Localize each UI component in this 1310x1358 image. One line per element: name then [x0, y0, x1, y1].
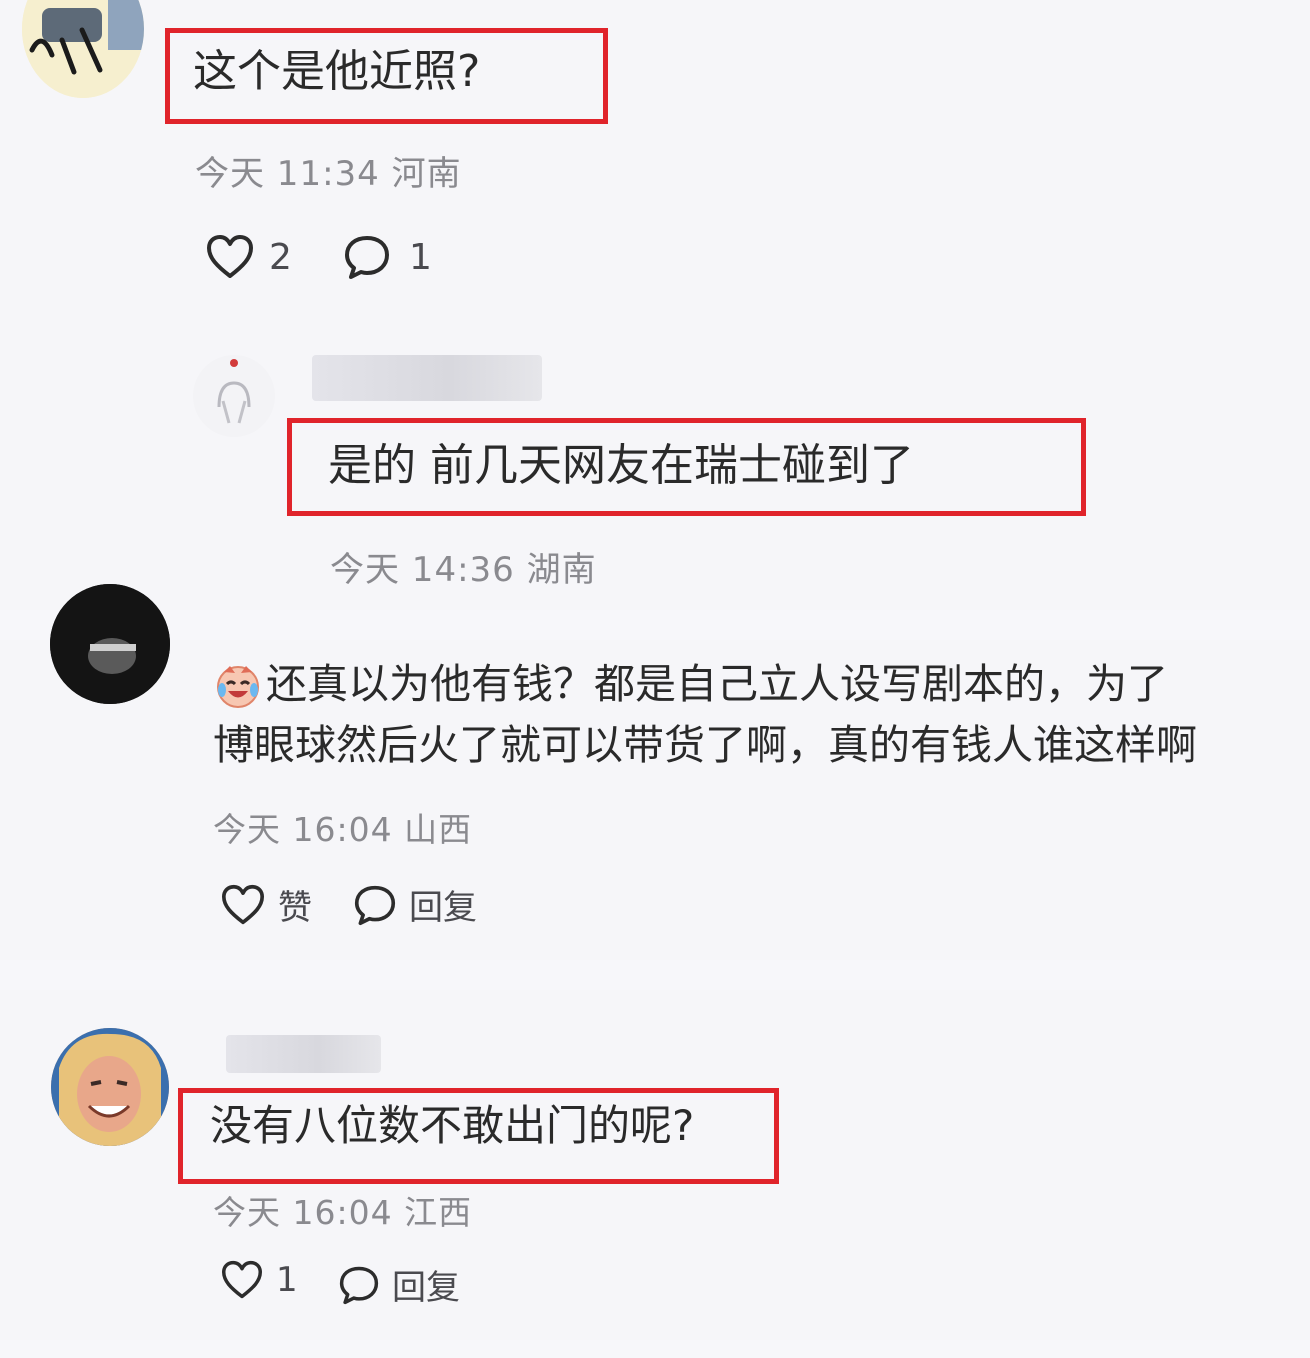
reply-button[interactable]: 回复 — [338, 1260, 460, 1309]
reply-button[interactable]: 1 — [343, 234, 432, 280]
username-blurred — [226, 1035, 381, 1073]
reply-count: 1 — [409, 236, 432, 278]
like-button[interactable]: 赞 — [220, 880, 312, 929]
comment-3: 没有八位数不敢出门的呢? 今天 16:04 江西 1 回复 — [0, 990, 1310, 1340]
heart-icon — [207, 235, 253, 278]
comment-bubble-icon — [354, 885, 396, 925]
reply-meta: 今天 14:36 湖南 — [330, 550, 597, 590]
highlight-box — [178, 1088, 779, 1184]
reply-button[interactable]: 回复 — [353, 880, 477, 929]
comment-bubble-icon — [339, 1266, 379, 1304]
reply-label: 回复 — [392, 1268, 460, 1308]
like-count: 1 — [276, 1260, 298, 1300]
crying-laughing-emoji — [213, 660, 263, 710]
like-button[interactable]: 1 — [220, 1260, 298, 1300]
reply-label: 回复 — [409, 888, 477, 928]
comment-meta: 今天 16:04 江西 — [213, 1193, 473, 1232]
comment-meta: 今天 16:04 山西 — [213, 810, 473, 849]
comment-bubble-icon — [345, 236, 389, 279]
comment-meta: 今天 11:34 河南 — [195, 154, 462, 194]
like-count: 2 — [269, 236, 292, 278]
comment-text-line-1: 还真以为他有钱？都是自己立人设写剧本的，为了 — [266, 660, 1168, 708]
user-avatar[interactable] — [22, 0, 144, 98]
highlight-box — [165, 28, 608, 124]
heart-icon — [222, 1260, 262, 1299]
comment-1: 这个是他近照? 今天 11:34 河南 2 1 是的 前几天网友在瑞士碰到了 今… — [0, 0, 1310, 610]
like-label: 赞 — [278, 888, 312, 928]
comment-2: 还真以为他有钱？都是自己立人设写剧本的，为了 博眼球然后火了就可以带货了啊，真的… — [0, 584, 1310, 960]
like-button[interactable]: 2 — [205, 234, 292, 280]
highlight-box — [287, 418, 1086, 516]
comment-text-line-2: 博眼球然后火了就可以带货了啊，真的有钱人谁这样啊 — [213, 721, 1197, 769]
user-avatar[interactable] — [50, 584, 170, 704]
heart-icon — [221, 884, 264, 924]
user-avatar[interactable] — [51, 1028, 169, 1146]
username-blurred — [312, 355, 542, 401]
reply-user-avatar[interactable] — [193, 355, 275, 437]
